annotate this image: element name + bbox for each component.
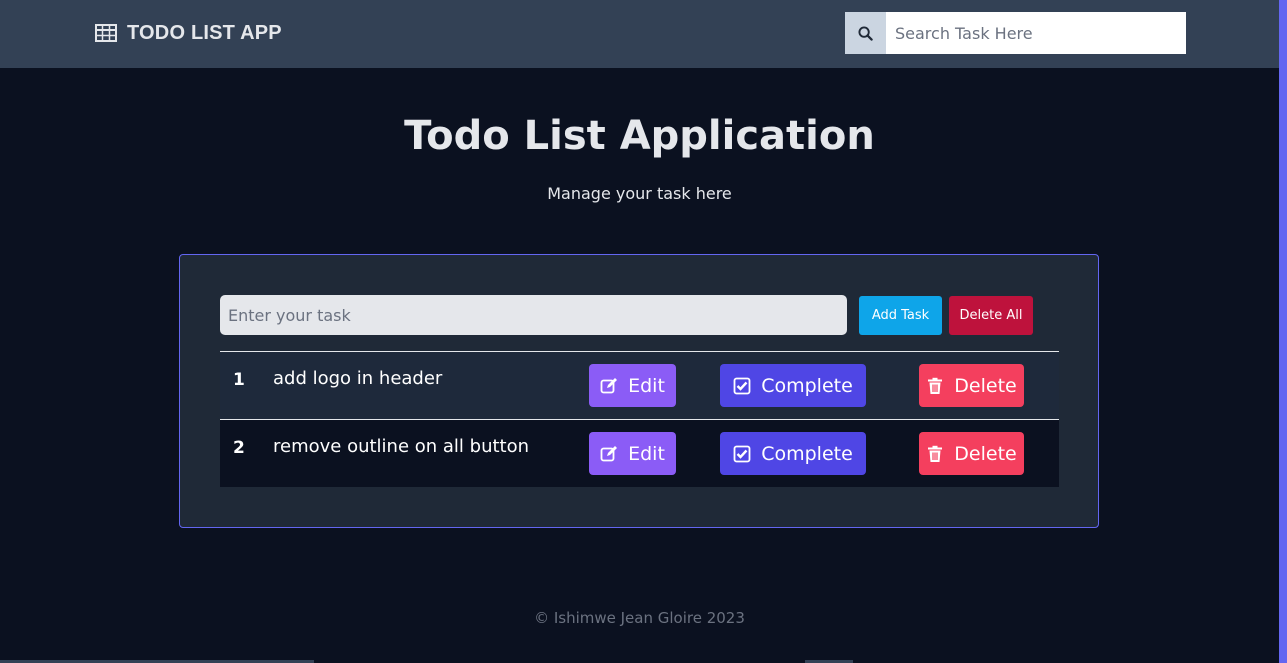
- complete-button[interactable]: Complete: [720, 432, 866, 475]
- task-text: add logo in header: [273, 368, 443, 389]
- table-row: 1 add logo in header Edit Complete Delet…: [220, 351, 1059, 419]
- check-square-icon: [733, 377, 751, 394]
- complete-label: Complete: [761, 442, 853, 465]
- delete-button[interactable]: Delete: [919, 364, 1024, 407]
- search-button[interactable]: [845, 12, 886, 54]
- edit-label: Edit: [628, 374, 665, 397]
- task-number: 1: [233, 370, 245, 390]
- todo-card: Add Task Delete All 1 add logo in header…: [179, 254, 1099, 528]
- edit-label: Edit: [628, 442, 665, 465]
- page-title: Todo List Application: [404, 113, 875, 159]
- edit-button[interactable]: Edit: [589, 432, 676, 475]
- task-list: 1 add logo in header Edit Complete Delet…: [220, 351, 1059, 487]
- check-square-icon: [733, 445, 751, 462]
- edit-icon: [600, 445, 618, 461]
- search-input[interactable]: [886, 12, 1186, 54]
- task-input[interactable]: [220, 295, 847, 335]
- brand[interactable]: TODO LIST APP: [95, 20, 282, 46]
- add-task-button[interactable]: Add Task: [859, 296, 942, 335]
- trash-icon: [928, 377, 943, 394]
- task-number: 2: [233, 438, 245, 458]
- delete-label: Delete: [954, 442, 1017, 465]
- page-subtitle: Manage your task here: [547, 184, 732, 203]
- brand-title: TODO LIST APP: [127, 21, 282, 44]
- complete-button[interactable]: Complete: [720, 364, 866, 407]
- delete-all-button[interactable]: Delete All: [949, 296, 1033, 335]
- edit-button[interactable]: Edit: [589, 364, 676, 407]
- footer-text: © Ishimwe Jean Gloire 2023: [534, 609, 745, 627]
- task-text: remove outline on all button: [273, 436, 530, 457]
- table-row: 2 remove outline on all button Edit Comp…: [220, 419, 1059, 487]
- search-icon: [858, 25, 873, 41]
- trash-icon: [928, 445, 943, 462]
- delete-label: Delete: [954, 374, 1017, 397]
- navbar: TODO LIST APP: [0, 0, 1279, 68]
- edit-icon: [600, 377, 618, 393]
- table-icon: [95, 24, 117, 42]
- page-scrollbar[interactable]: [1279, 0, 1287, 663]
- complete-label: Complete: [761, 374, 853, 397]
- delete-button[interactable]: Delete: [919, 432, 1024, 475]
- search-bar: [845, 12, 1186, 54]
